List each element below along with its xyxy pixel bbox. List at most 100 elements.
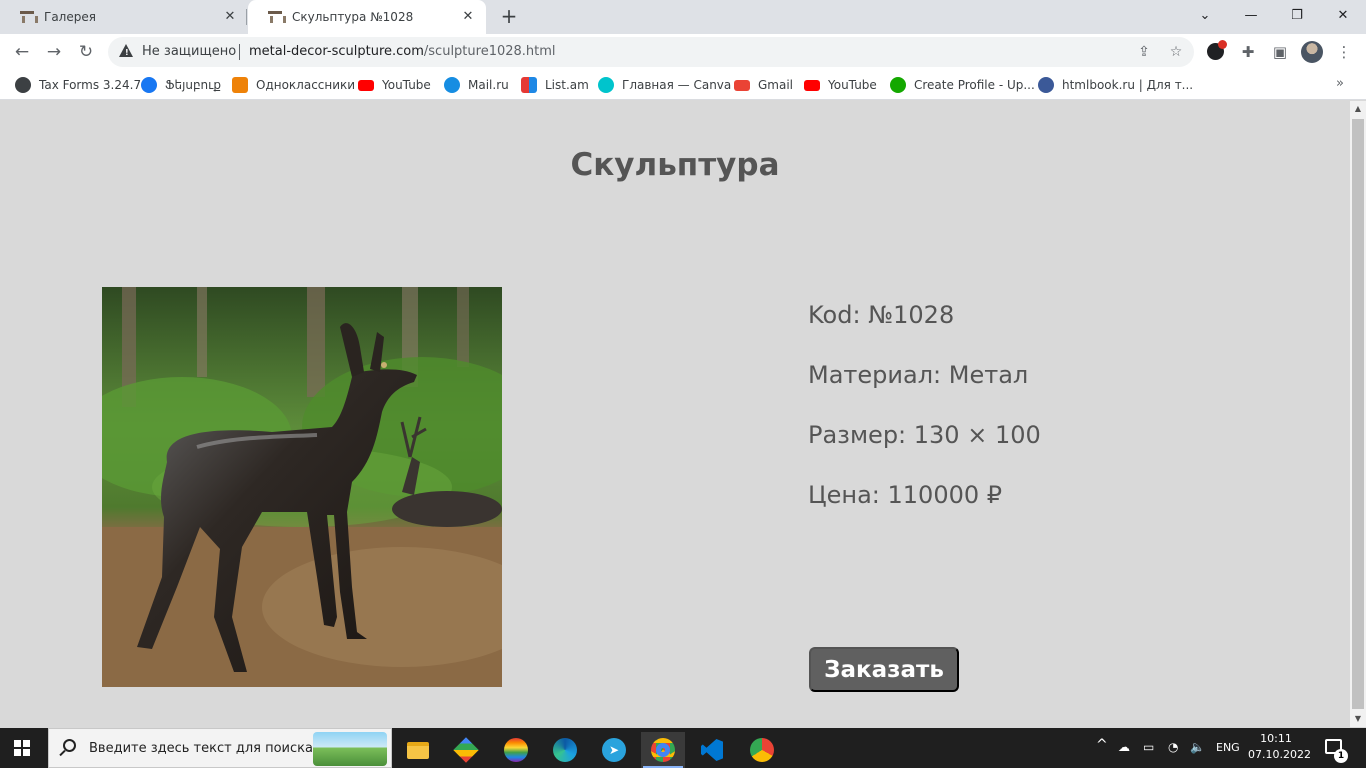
tab-strip: Галерея ✕ Скульптура №1028 ✕ + ⌄ — ❐ ✕ [0, 0, 1366, 34]
show-hidden-icons-chevron-icon[interactable]: ^ [1096, 737, 1108, 753]
scroll-down-arrow-icon[interactable]: ▼ [1350, 711, 1366, 727]
listam-icon [521, 77, 537, 93]
file-explorer-icon[interactable] [396, 732, 440, 768]
chrome-icon[interactable] [641, 732, 685, 768]
bookmark-item[interactable]: List.am [521, 76, 589, 94]
upwork-icon [890, 77, 906, 93]
sculpture-photo [102, 287, 502, 687]
bookmark-item[interactable]: Mail.ru [444, 76, 509, 94]
page-content: Скульптура Kod: №1028 Материал: Метал Ра… [0, 101, 1350, 727]
youtube-icon [804, 79, 820, 91]
bookmark-item[interactable]: Create Profile - Up... [890, 76, 1035, 94]
page-title: Скульптура [570, 147, 780, 183]
forward-arrow-icon[interactable]: → [40, 38, 68, 66]
git-app-icon[interactable] [444, 732, 488, 768]
close-window-icon[interactable]: ✕ [1320, 0, 1366, 30]
bookmark-label: Tax Forms 3.24.7 [39, 78, 142, 92]
browser-toolbar: ← → ↻ ! Не защищено metal-decor-sculptur… [0, 34, 1366, 70]
bookmark-label: YouTube [382, 78, 431, 92]
bookmark-item[interactable]: Ֆեյսբուք [141, 76, 221, 94]
menu-kebab-icon[interactable]: ⋮ [1334, 42, 1354, 62]
product-size: Размер: 130 × 100 [808, 421, 1041, 449]
tab-divider [246, 9, 247, 25]
bookmark-item[interactable]: YouTube [358, 76, 431, 94]
facebook-icon [141, 77, 157, 93]
product-material: Материал: Метал [808, 361, 1029, 389]
bookmark-label: Create Profile - Up... [914, 78, 1035, 92]
tab-sculpture[interactable]: Скульптура №1028 ✕ [248, 0, 486, 34]
bookmark-item[interactable]: htmlbook.ru | Для т... [1038, 76, 1193, 94]
battery-icon[interactable]: ▭ [1143, 740, 1154, 754]
system-clock[interactable]: 10:11 07.10.2022 [1248, 731, 1311, 763]
extensions-puzzle-icon[interactable]: ✚ [1238, 42, 1258, 62]
windows-start-icon[interactable] [14, 740, 30, 756]
bookmark-item[interactable]: Главная — Canva [598, 76, 731, 94]
mailru-icon [444, 77, 460, 93]
search-icon [63, 739, 76, 752]
minimize-icon[interactable]: — [1228, 0, 1274, 30]
address-bar[interactable]: ! Не защищено metal-decor-sculpture.com/… [108, 37, 1194, 67]
back-arrow-icon[interactable]: ← [8, 38, 36, 66]
bookmark-label: Одноклассники [256, 78, 356, 92]
bookmark-item[interactable]: Tax Forms 3.24.7 [15, 76, 141, 94]
warning-icon[interactable]: ! [119, 44, 133, 57]
security-status[interactable]: Не защищено [142, 44, 236, 59]
tab-gallery[interactable]: Галерея ✕ [0, 0, 248, 34]
htmlbook-icon [1038, 77, 1054, 93]
page-scrollbar[interactable]: ▲ ▼ [1350, 101, 1366, 727]
product-price: Цена: 110000 ₽ [808, 481, 1003, 509]
windows-taskbar: Введите здесь текст для поиска ➤ ^ ☁ ▭ ◔… [0, 728, 1366, 768]
tab-title: Галерея [44, 10, 96, 24]
reload-icon[interactable]: ↻ [72, 38, 100, 66]
youtube-icon [358, 79, 374, 91]
side-panel-icon[interactable]: ▣ [1270, 42, 1290, 62]
notification-count-badge: 1 [1334, 749, 1348, 763]
telegram-icon[interactable]: ➤ [592, 732, 636, 768]
sculpture-favicon-icon [267, 9, 286, 25]
sculpture-favicon-icon [19, 9, 38, 25]
clock-date: 07.10.2022 [1248, 748, 1311, 761]
odnoklassniki-icon [232, 77, 248, 93]
bookmark-label: List.am [545, 78, 589, 92]
bookmark-label: Ֆեյսբուք [165, 78, 222, 92]
scroll-up-arrow-icon[interactable]: ▲ [1350, 101, 1366, 117]
clock-time: 10:11 [1260, 732, 1292, 745]
url-text[interactable]: metal-decor-sculpture.com/sculpture1028.… [249, 44, 556, 59]
extension-gear-icon[interactable] [1207, 40, 1227, 60]
gmail-icon [734, 79, 750, 91]
more-bookmarks-icon[interactable]: » [1336, 76, 1344, 91]
bookmark-item[interactable]: Одноклассники [232, 76, 355, 94]
close-icon[interactable]: ✕ [222, 9, 238, 25]
language-indicator[interactable]: ENG [1216, 741, 1240, 754]
globe-icon [15, 77, 31, 93]
bookmark-label: YouTube [828, 78, 877, 92]
restore-icon[interactable]: ❐ [1274, 0, 1320, 30]
wifi-icon[interactable]: ◔ [1168, 740, 1178, 754]
canva-icon [598, 77, 614, 93]
volume-icon[interactable]: 🔈 [1190, 740, 1205, 754]
bookmark-label: htmlbook.ru | Для т... [1062, 78, 1194, 92]
bookmark-item[interactable]: YouTube [804, 76, 877, 94]
edge-browser-icon[interactable] [543, 732, 587, 768]
bookmark-label: Mail.ru [468, 78, 509, 92]
tab-search-chevron-icon[interactable]: ⌄ [1182, 0, 1228, 30]
chrome-profile-icon[interactable] [740, 732, 784, 768]
product-code: Kod: №1028 [808, 301, 955, 329]
url-domain: metal-decor-sculpture.com [249, 44, 424, 59]
tab-title: Скульптура №1028 [292, 10, 414, 24]
bookmark-item[interactable]: Gmail [734, 76, 793, 94]
close-icon[interactable]: ✕ [460, 9, 476, 25]
onedrive-cloud-icon[interactable]: ☁ [1118, 740, 1130, 754]
search-placeholder: Введите здесь текст для поиска [89, 741, 313, 756]
order-button[interactable]: Заказать [809, 647, 959, 692]
taskbar-search[interactable]: Введите здесь текст для поиска [48, 728, 392, 768]
rainbow-app-icon[interactable] [494, 732, 538, 768]
bookmarks-bar: Tax Forms 3.24.7 Ֆեյսբուք Одноклассники … [0, 70, 1366, 100]
new-tab-button[interactable]: + [498, 6, 520, 28]
share-icon[interactable]: ⇪ [1134, 42, 1154, 62]
vscode-icon[interactable] [690, 732, 734, 768]
profile-avatar[interactable] [1301, 41, 1323, 63]
bookmark-star-icon[interactable]: ☆ [1166, 42, 1186, 62]
scrollbar-thumb[interactable] [1352, 119, 1364, 709]
search-highlight-image[interactable] [313, 732, 387, 766]
